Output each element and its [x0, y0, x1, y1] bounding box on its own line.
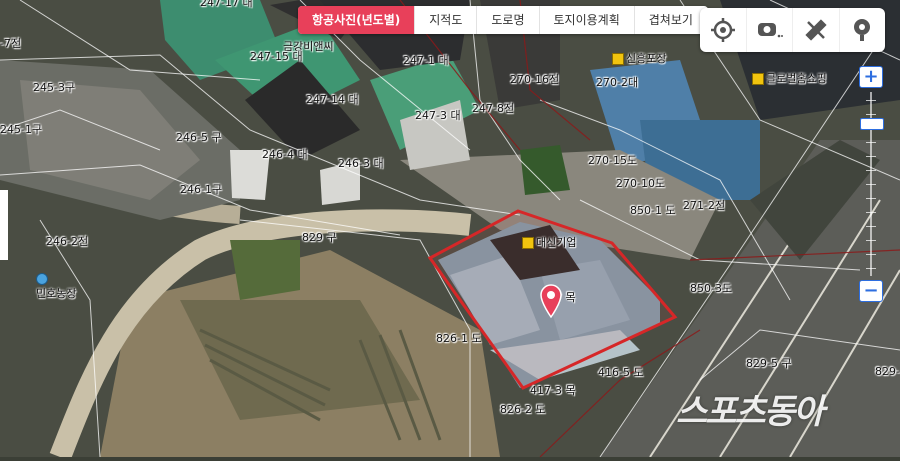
zoom-in-button[interactable]: +: [859, 66, 883, 88]
zoom-tick: [866, 142, 876, 143]
tab-cadastral-map[interactable]: 지적도: [415, 6, 478, 34]
parcel-label[interactable]: 245-3구: [33, 82, 75, 94]
poi-label[interactable]: 대신기업: [522, 234, 576, 250]
parcel-label[interactable]: 247-3 대: [415, 110, 461, 122]
map-toolbar: [700, 8, 885, 52]
roadview-button[interactable]: [747, 8, 793, 52]
parcel-label[interactable]: 247-14 대: [306, 94, 359, 106]
building-icon: [752, 73, 764, 85]
parcel-label[interactable]: 246-3 대: [338, 158, 384, 170]
parcel-label[interactable]: 247-8전: [472, 103, 514, 115]
parcel-label[interactable]: 245-1구: [0, 124, 42, 136]
zoom-slider[interactable]: [859, 92, 884, 276]
parcel-label[interactable]: 246-1구: [180, 184, 222, 196]
zoom-tick: [866, 128, 876, 129]
parcel-label[interactable]: 850-3도: [690, 283, 732, 295]
parcel-label[interactable]: 246-5 구: [176, 132, 222, 144]
building-icon: [612, 53, 624, 65]
parcel-label[interactable]: 270-2대: [596, 77, 638, 89]
current-location-button[interactable]: [700, 8, 747, 52]
parcel-label[interactable]: 270-15도: [588, 155, 637, 167]
watermark: 스포츠동아: [676, 392, 824, 432]
zoom-tick: [866, 156, 876, 157]
parcel-label[interactable]: 417-3 목: [530, 385, 576, 397]
tab-overlay-view[interactable]: 겹쳐보기: [635, 6, 708, 34]
tab-land-use-plan[interactable]: 토지이용계획: [540, 6, 635, 34]
poi-label[interactable]: 민호농장: [36, 272, 76, 301]
parcel-label[interactable]: 829-5 구: [746, 358, 792, 370]
zoom-tick: [866, 100, 876, 101]
zoom-tick: [866, 226, 876, 227]
zoom-tick: [866, 268, 876, 269]
poi-label[interactable]: 글로벌홈쇼핑: [752, 70, 827, 86]
zoom-tick: [866, 240, 876, 241]
parcel-label[interactable]: 247-15 대: [250, 51, 303, 63]
parcel-label[interactable]: 246-4 대: [262, 149, 308, 161]
pin-view-icon: [854, 19, 871, 41]
parcel-label[interactable]: 271-2전: [683, 200, 725, 212]
parcel-label[interactable]: -7전: [0, 38, 21, 50]
side-panel-tab[interactable]: [0, 190, 8, 260]
zoom-out-button[interactable]: −: [859, 280, 883, 302]
zoom-tick: [866, 114, 876, 115]
parcel-label[interactable]: 247-1 대: [403, 55, 449, 67]
measure-ruler-icon: [805, 19, 827, 41]
zoom-control: + −: [859, 66, 884, 302]
parcel-label[interactable]: 850-1 도: [630, 205, 676, 217]
zoom-tick: [866, 170, 876, 171]
parcel-label[interactable]: 270-10도: [616, 178, 665, 190]
tab-aerial-photo[interactable]: 항공사진(년도별): [298, 6, 416, 34]
parcel-label[interactable]: 829 구: [302, 232, 337, 244]
location-marker-icon[interactable]: [539, 284, 563, 318]
building-icon: [522, 237, 534, 249]
parcel-label[interactable]: 270-16전: [510, 74, 559, 86]
parcel-label[interactable]: 416-5 도: [598, 367, 644, 379]
pin-view-button[interactable]: [840, 8, 886, 52]
parcel-label[interactable]: 246-2전: [46, 236, 88, 248]
zoom-tick: [866, 212, 876, 213]
tab-road-name[interactable]: 도로명: [477, 6, 540, 34]
parcel-label[interactable]: 247-17 대: [200, 0, 253, 9]
zoom-tick: [866, 198, 876, 199]
parcel-label[interactable]: 829-: [875, 366, 900, 378]
poi-label[interactable]: 신흥포장: [612, 50, 666, 66]
zoom-tick: [866, 184, 876, 185]
farm-icon: [36, 273, 48, 285]
roadview-icon: [758, 23, 784, 38]
map-type-tabs: 항공사진(년도별) 지적도 도로명 토지이용계획 겹쳐보기: [298, 6, 708, 34]
location-target-icon: [710, 18, 735, 42]
zoom-tick: [866, 254, 876, 255]
parcel-label[interactable]: 826-1 도: [436, 333, 482, 345]
measure-button[interactable]: [793, 8, 840, 52]
parcel-label[interactable]: 826-2 도: [500, 404, 546, 416]
